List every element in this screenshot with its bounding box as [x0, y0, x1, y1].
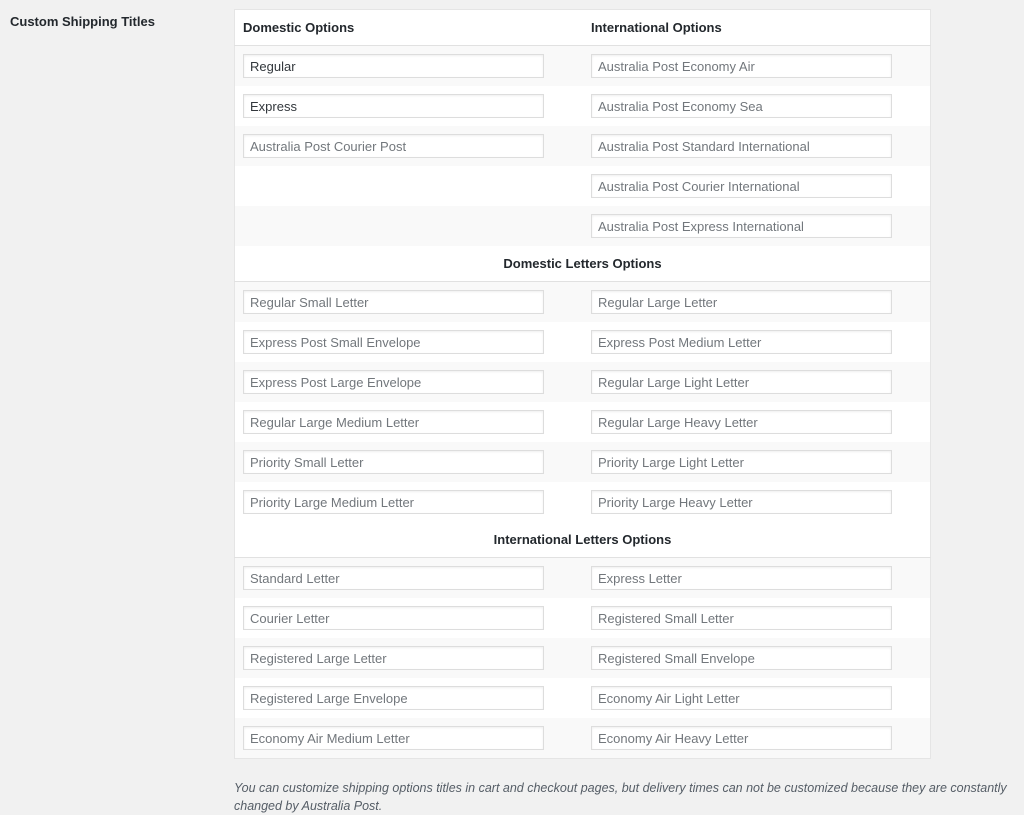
- table-row: [234, 482, 931, 522]
- table-row: [234, 678, 931, 718]
- international-title-input[interactable]: [591, 214, 892, 238]
- domestic-letter-title-input[interactable]: [591, 370, 892, 394]
- table-row: [234, 638, 931, 678]
- table-row: [234, 402, 931, 442]
- domestic-letter-title-input[interactable]: [243, 330, 544, 354]
- column-header-row: Domestic Options International Options: [234, 9, 931, 46]
- domestic-letter-title-input[interactable]: [243, 450, 544, 474]
- international-letter-title-input[interactable]: [243, 646, 544, 670]
- domestic-letter-title-input[interactable]: [243, 370, 544, 394]
- empty-cell: [234, 166, 591, 206]
- international-letter-title-input[interactable]: [243, 726, 544, 750]
- table-row: [234, 45, 931, 86]
- table-row: [234, 281, 931, 322]
- section-header-row: International Letters Options: [234, 522, 931, 558]
- table-row: [234, 718, 931, 759]
- table-row: [234, 557, 931, 598]
- domestic-letter-title-input[interactable]: [243, 290, 544, 314]
- table-row: [234, 322, 931, 362]
- international-title-input[interactable]: [591, 134, 892, 158]
- international-letter-title-input[interactable]: [591, 726, 892, 750]
- setting-label: Custom Shipping Titles: [10, 14, 155, 29]
- table-row: [234, 166, 931, 206]
- international-title-input[interactable]: [591, 174, 892, 198]
- international-letter-title-input[interactable]: [243, 606, 544, 630]
- international-letters-header: International Letters Options: [234, 522, 931, 558]
- table-row: [234, 206, 931, 246]
- domestic-letter-title-input[interactable]: [591, 450, 892, 474]
- domestic-title-input[interactable]: [243, 54, 544, 78]
- domestic-title-input[interactable]: [243, 134, 544, 158]
- domestic-letter-title-input[interactable]: [591, 490, 892, 514]
- domestic-letters-header: Domestic Letters Options: [234, 246, 931, 282]
- table-row: [234, 86, 931, 126]
- international-letter-title-input[interactable]: [591, 686, 892, 710]
- table-row: [234, 442, 931, 482]
- domestic-letter-title-input[interactable]: [243, 490, 544, 514]
- international-letter-title-input[interactable]: [591, 646, 892, 670]
- domestic-title-input[interactable]: [243, 94, 544, 118]
- international-options-header: International Options: [591, 9, 931, 46]
- domestic-letter-title-input[interactable]: [591, 410, 892, 434]
- table-row: [234, 362, 931, 402]
- international-letter-title-input[interactable]: [591, 606, 892, 630]
- international-title-input[interactable]: [591, 94, 892, 118]
- table-row: [234, 598, 931, 638]
- domestic-letter-title-input[interactable]: [591, 330, 892, 354]
- international-options-label: International Options: [591, 20, 722, 35]
- table-row: [234, 126, 931, 166]
- shipping-titles-table: Domestic Options International Options D…: [234, 9, 931, 759]
- international-letter-title-input[interactable]: [243, 566, 544, 590]
- domestic-letter-title-input[interactable]: [591, 290, 892, 314]
- international-letter-title-input[interactable]: [591, 566, 892, 590]
- field-description: You can customize shipping options title…: [234, 780, 1007, 813]
- international-title-input[interactable]: [591, 54, 892, 78]
- empty-cell: [234, 206, 591, 246]
- domestic-options-header: Domestic Options: [234, 9, 591, 46]
- international-letter-title-input[interactable]: [243, 686, 544, 710]
- domestic-letter-title-input[interactable]: [243, 410, 544, 434]
- section-header-row: Domestic Letters Options: [234, 246, 931, 282]
